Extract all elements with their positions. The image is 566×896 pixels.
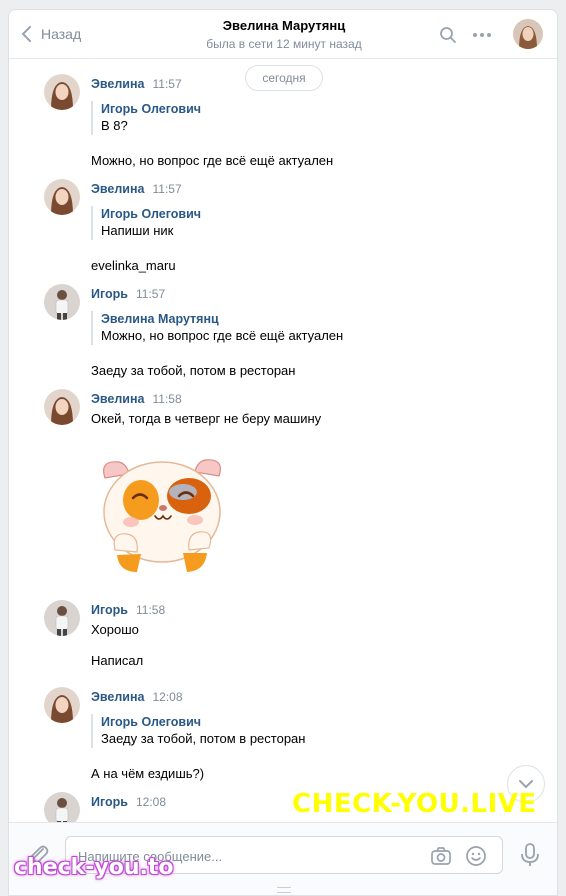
contact-avatar[interactable]	[513, 19, 543, 49]
quote-author: Эвелина Марутянц	[101, 312, 219, 326]
quote-text: В 8?	[101, 118, 128, 133]
avatar[interactable]	[44, 284, 80, 320]
message-author[interactable]: Эвелина	[91, 182, 145, 196]
chevron-down-icon	[519, 780, 533, 789]
microphone-icon[interactable]	[518, 842, 542, 868]
message-time[interactable]: 11:57	[136, 287, 165, 301]
message-text: Написал	[91, 653, 144, 668]
message-time[interactable]: 11:57	[153, 77, 182, 91]
message-author[interactable]: Игорь	[91, 603, 128, 617]
reply-quote[interactable]: Игорь Олегович В 8?	[91, 101, 201, 135]
message-author[interactable]: Игорь	[91, 795, 128, 809]
watermark-bottom: check-you.to	[14, 855, 174, 880]
quote-text: Заеду за тобой, потом в ресторан	[101, 731, 306, 746]
message-author[interactable]: Эвелина	[91, 77, 145, 91]
message-text: evelinka_maru	[91, 258, 176, 273]
message-text: Хорошо	[91, 622, 139, 637]
smile-icon[interactable]	[465, 845, 487, 867]
message-time[interactable]: 11:57	[153, 182, 182, 196]
back-label: Назад	[41, 26, 82, 42]
message-text: Окей, тогда в четверг не беру машину	[91, 411, 322, 426]
back-button[interactable]: Назад	[21, 26, 81, 42]
avatar[interactable]	[44, 389, 80, 425]
chat-title-block[interactable]: Эвелина Марутянц была в сети 12 минут на…	[159, 18, 409, 51]
date-separator: сегодня	[245, 65, 323, 91]
chat-window: Назад Эвелина Марутянц была в сети 12 ми…	[8, 9, 558, 896]
chat-status: была в сети 12 минут назад	[206, 37, 362, 51]
chat-title: Эвелина Марутянц	[222, 18, 346, 33]
avatar[interactable]	[44, 179, 80, 215]
message-author[interactable]: Эвелина	[91, 690, 145, 704]
camera-icon[interactable]	[430, 845, 452, 867]
chevron-left-icon	[21, 26, 31, 42]
message-author[interactable]: Эвелина	[91, 392, 145, 406]
message-text: А на чём ездишь?)	[91, 766, 205, 781]
message-time[interactable]: 11:58	[153, 392, 182, 406]
quote-author: Игорь Олегович	[101, 207, 202, 221]
reply-quote[interactable]: Игорь Олегович Напиши ник	[91, 206, 201, 240]
message-time[interactable]: 12:08	[136, 795, 166, 809]
message-author[interactable]: Игорь	[91, 287, 128, 301]
more-icon[interactable]	[471, 24, 493, 46]
quote-author: Игорь Олегович	[101, 715, 202, 729]
quote-text: Напиши ник	[101, 223, 174, 238]
hamster-sticker[interactable]	[97, 450, 227, 575]
reply-quote[interactable]: Эвелина Марутянц Можно, но вопрос где вс…	[91, 311, 343, 345]
resize-grip[interactable]	[277, 887, 291, 893]
search-icon[interactable]	[437, 24, 459, 46]
message-time[interactable]: 11:58	[136, 603, 165, 617]
avatar[interactable]	[44, 74, 80, 110]
chat-header: Назад Эвелина Марутянц была в сети 12 ми…	[9, 10, 557, 59]
quote-text: Можно, но вопрос где всё ещё актуален	[101, 328, 344, 343]
message-text: Можно, но вопрос где всё ещё актуален	[91, 153, 334, 168]
message-time[interactable]: 12:08	[153, 690, 183, 704]
avatar[interactable]	[44, 600, 80, 636]
message-text: Заеду за тобой, потом в ресторан	[91, 363, 296, 378]
quote-author: Игорь Олегович	[101, 102, 202, 116]
avatar[interactable]	[44, 687, 80, 723]
reply-quote[interactable]: Игорь Олегович Заеду за тобой, потом в р…	[91, 714, 305, 748]
watermark-top: CHECK-YOU.LIVE	[292, 789, 537, 819]
